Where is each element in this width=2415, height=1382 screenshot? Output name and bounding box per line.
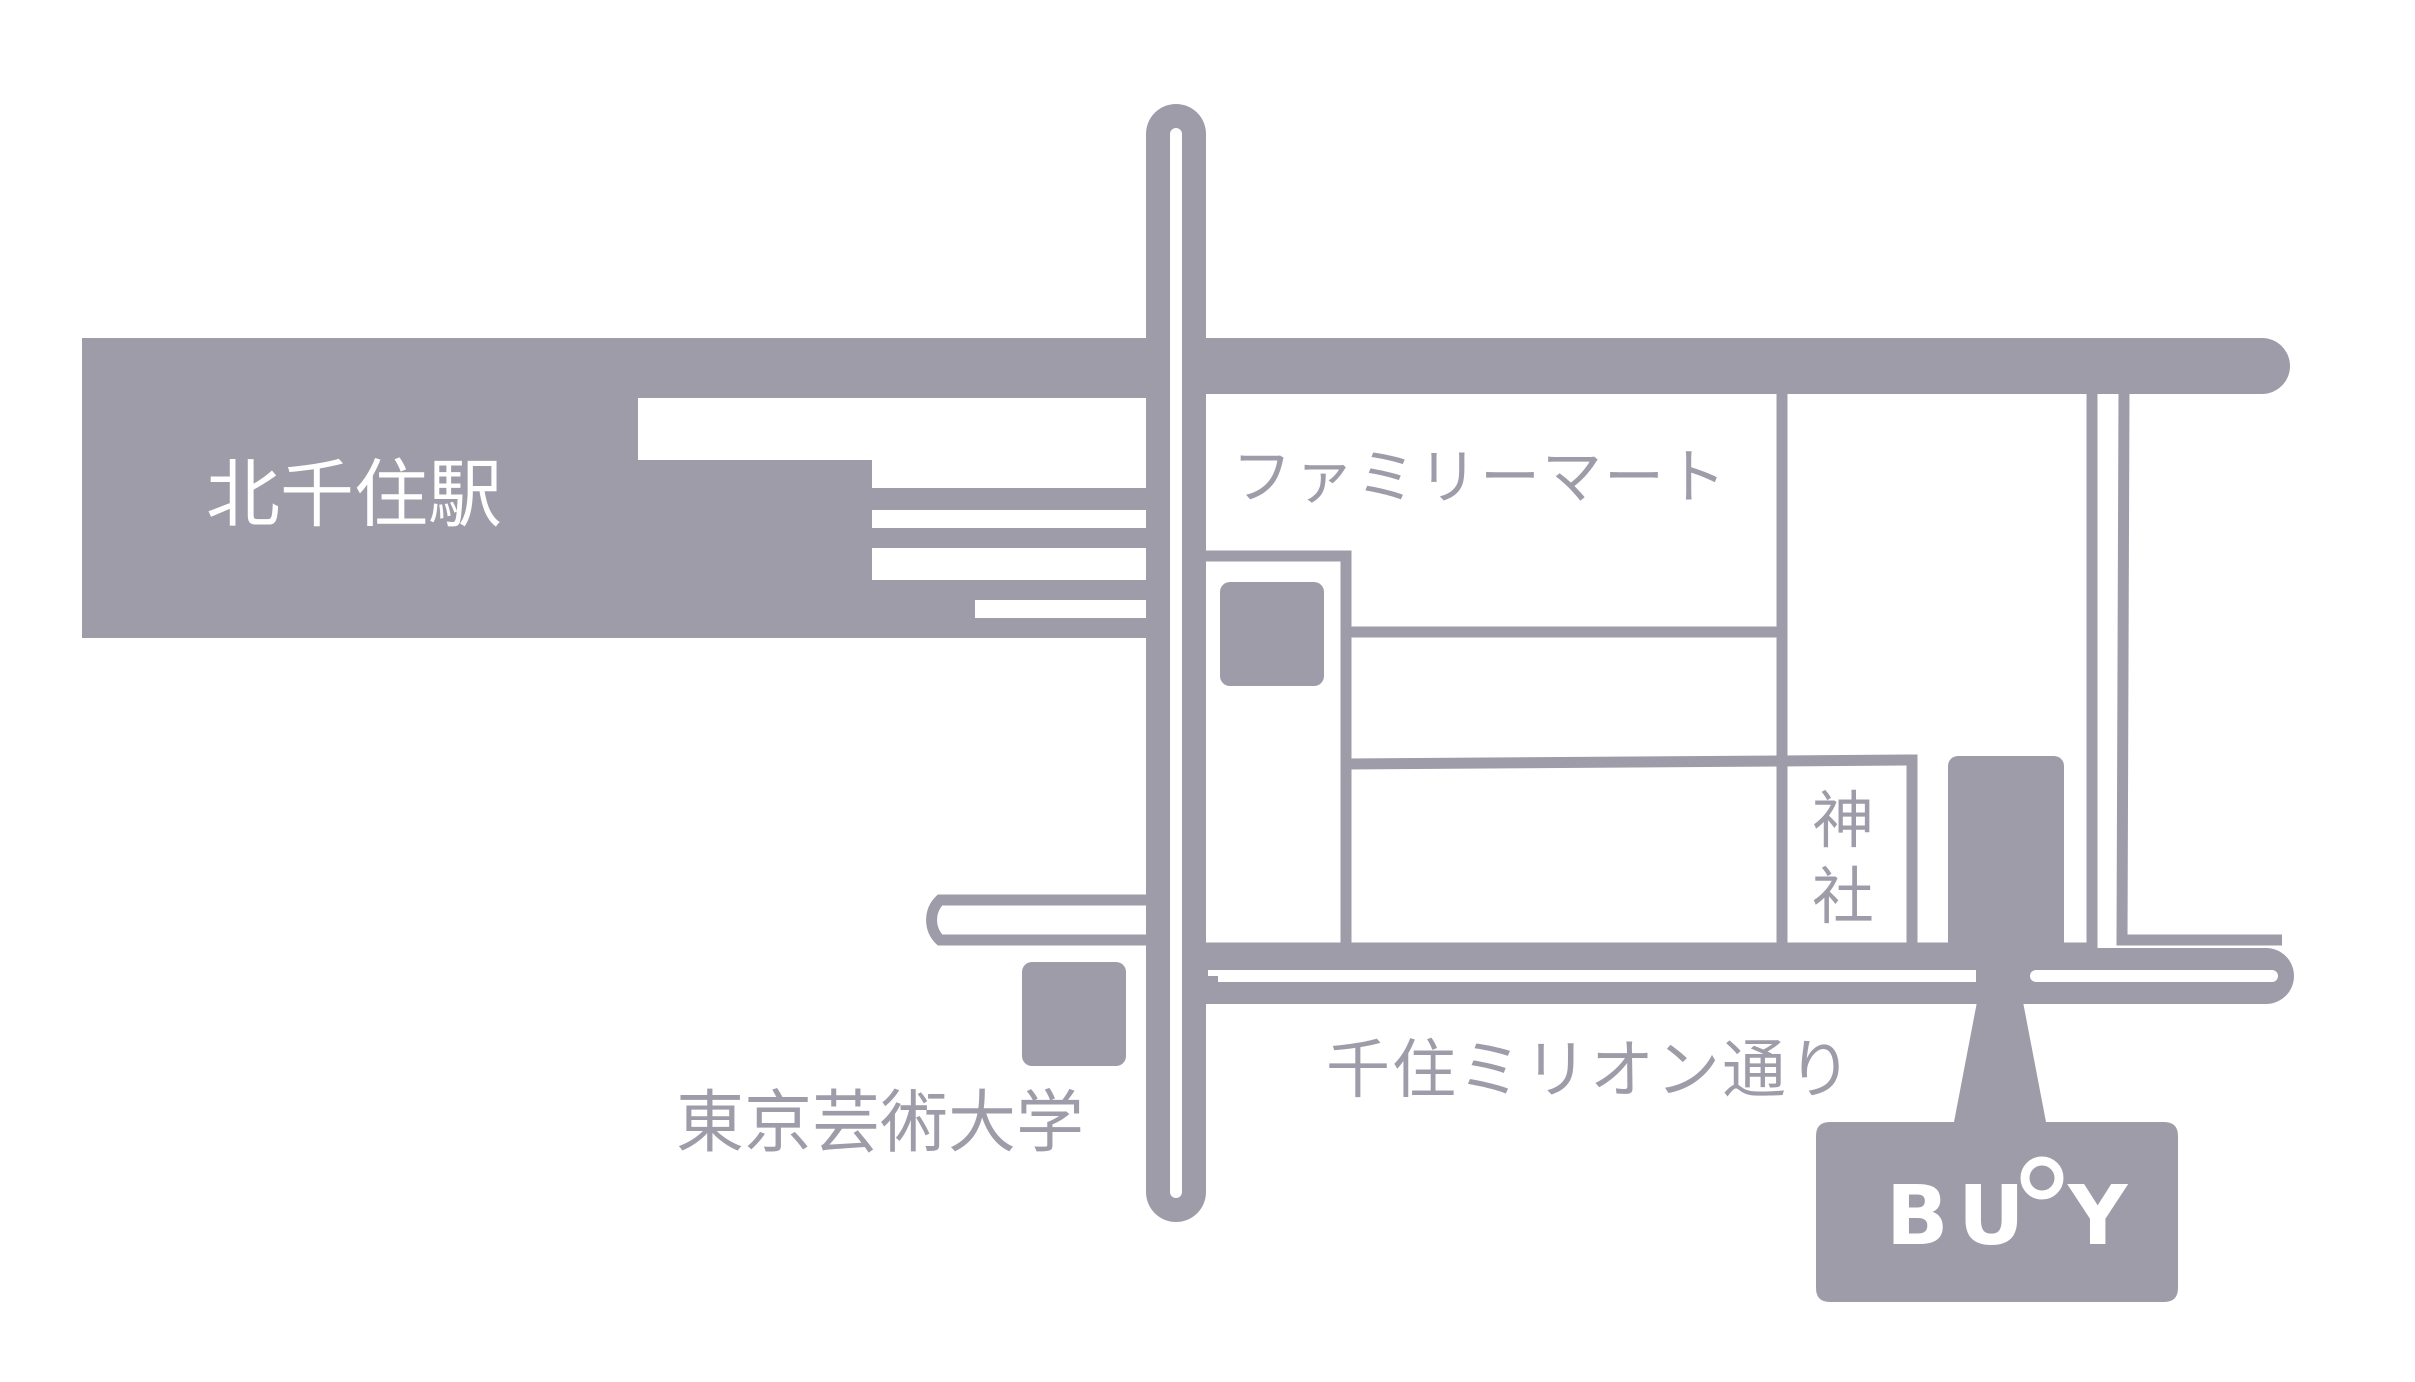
- shrine-label-line2: 社: [1812, 860, 1874, 933]
- building-university: [1022, 962, 1126, 1066]
- buoy-letter-b: B: [1886, 1169, 1949, 1264]
- top-road: [420, 338, 2290, 394]
- familymart-label: ファミリーマート: [1232, 443, 1728, 513]
- street-label-senju-million: 千住ミリオン通り: [1326, 1034, 1854, 1108]
- shrine-label-line1: 神: [1812, 784, 1874, 857]
- area-map: 北千住駅 ファミリーマート 神 社 東京芸術大学 千住ミリオン通り B U Y: [82, 104, 2294, 1302]
- building-familymart-block: [1220, 582, 1324, 686]
- buoy-letter-y: Y: [2067, 1169, 2129, 1264]
- university-label: 東京芸術大学: [676, 1084, 1084, 1163]
- station-label: 北千住駅: [206, 452, 502, 538]
- buoy-letter-u: U: [1958, 1169, 2025, 1264]
- senju-million-road: [1188, 948, 2294, 1004]
- building-buoy: [1948, 756, 2064, 956]
